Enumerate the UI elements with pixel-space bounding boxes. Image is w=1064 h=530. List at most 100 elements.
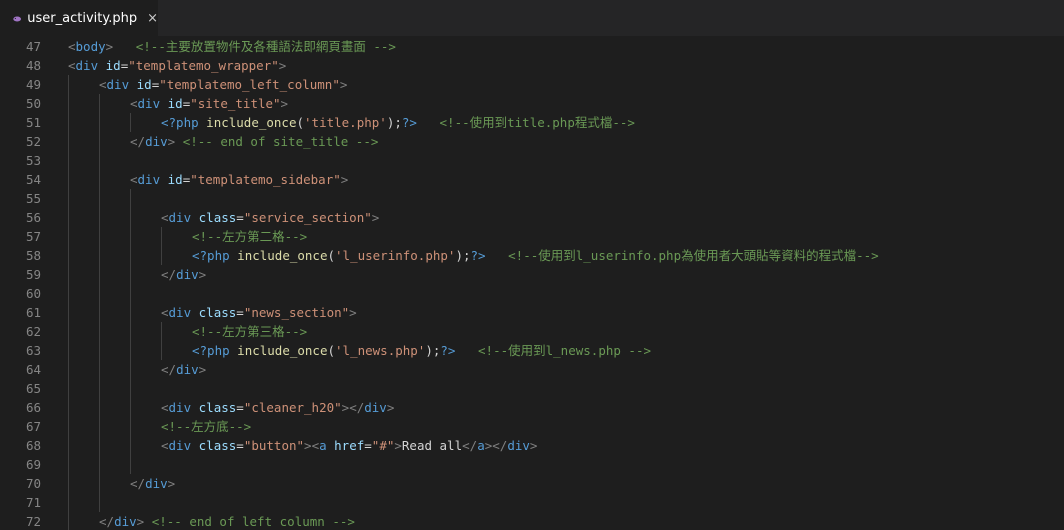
- indent-guide: [99, 284, 100, 303]
- code-token: div: [168, 438, 192, 453]
- indent-guide: [68, 227, 69, 246]
- line-number: 71: [25, 495, 41, 510]
- indent-guide: [68, 379, 69, 398]
- code-line[interactable]: 57 <!--左方第二格-->: [0, 227, 1064, 246]
- code-line[interactable]: 56 <div class="service_section">: [0, 208, 1064, 227]
- code-token: <: [130, 172, 138, 187]
- code-token: include_once: [237, 248, 328, 263]
- code-line[interactable]: 68 <div class="button"><a href="#">Read a…: [0, 436, 1064, 455]
- code-line[interactable]: 72 </div> <!-- end of left column -->: [0, 512, 1064, 530]
- code-line[interactable]: 47 <body> <!--主要放置物件及各種語法即網頁畫面 -->: [0, 37, 1064, 56]
- code-line[interactable]: 67 <!--左方底-->: [0, 417, 1064, 436]
- code-token: <!--使用到l_userinfo.php為使用者大頭貼等資料的程式檔-->: [508, 248, 879, 263]
- indent-guide: [99, 132, 100, 151]
- code-token: <!-- end of left column -->: [151, 514, 355, 529]
- code-line[interactable]: 60: [0, 284, 1064, 303]
- code-line[interactable]: 61 <div class="news_section">: [0, 303, 1064, 322]
- code-line[interactable]: 66 <div class="cleaner_h20"></div>: [0, 398, 1064, 417]
- indent-guide: [68, 322, 69, 341]
- code-token: <: [161, 400, 169, 415]
- code-line[interactable]: 70 </div>: [0, 474, 1064, 493]
- code-text: <?php include_once('l_userinfo.php');?> …: [192, 246, 879, 265]
- code-line[interactable]: 64 </div>: [0, 360, 1064, 379]
- code-token: >: [198, 362, 207, 377]
- indent-guide: [161, 227, 162, 246]
- code-token: >: [280, 96, 289, 111]
- code-line[interactable]: 69: [0, 455, 1064, 474]
- line-number: 54: [25, 172, 41, 187]
- tab-user-activity[interactable]: user_activity.php ×: [0, 0, 158, 37]
- indent-guide: [99, 94, 100, 113]
- code-token: <: [68, 39, 76, 54]
- code-line[interactable]: 51 <?php include_once('title.php');?> <!-…: [0, 113, 1064, 132]
- code-token: </: [99, 514, 115, 529]
- code-text: <div class="cleaner_h20"></div>: [161, 398, 394, 417]
- indent-guide: [99, 208, 100, 227]
- code-text: </div> <!-- end of site_title -->: [130, 132, 378, 151]
- code-token: div: [176, 362, 199, 377]
- code-line[interactable]: 54 <div id="templatemo_sidebar">: [0, 170, 1064, 189]
- code-line[interactable]: 62 <!--左方第三格-->: [0, 322, 1064, 341]
- code-line[interactable]: 71: [0, 493, 1064, 512]
- close-icon[interactable]: ×: [147, 11, 158, 26]
- code-text: <div class="service_section">: [161, 208, 379, 227]
- code-token: "site_title": [190, 96, 281, 111]
- code-text: <?php include_once('l_news.php');?> <!--…: [192, 341, 651, 360]
- indent-guide: [99, 360, 100, 379]
- line-number: 51: [25, 115, 41, 130]
- code-token: ?>: [401, 115, 417, 130]
- code-token: =: [236, 305, 244, 320]
- code-token: "service_section": [243, 210, 372, 225]
- code-token: div: [145, 476, 168, 491]
- code-token: div: [168, 210, 192, 225]
- code-token: 'l_userinfo.php': [335, 248, 456, 263]
- code-token: <: [68, 58, 76, 73]
- code-line[interactable]: 49 <div id="templatemo_left_column">: [0, 75, 1064, 94]
- line-number: 56: [25, 210, 41, 225]
- code-token: div: [75, 58, 99, 73]
- code-token: a: [319, 438, 327, 453]
- code-line[interactable]: 58 <?php include_once('l_userinfo.php');?…: [0, 246, 1064, 265]
- code-line[interactable]: 48 <div id="templatemo_wrapper">: [0, 56, 1064, 75]
- code-text: <div id="templatemo_sidebar">: [130, 170, 348, 189]
- code-line[interactable]: 50 <div id="site_title">: [0, 94, 1064, 113]
- indent-guide: [99, 189, 100, 208]
- line-number: 49: [25, 77, 41, 92]
- code-text: <?php include_once('title.php');?> <!--使…: [161, 113, 635, 132]
- code-token: );: [386, 115, 402, 130]
- code-token: include_once: [206, 115, 297, 130]
- indent-guide: [68, 474, 69, 493]
- code-line[interactable]: 59 </div>: [0, 265, 1064, 284]
- code-token: <!--左方第二格-->: [192, 229, 308, 244]
- code-line[interactable]: 55: [0, 189, 1064, 208]
- indent-guide: [130, 417, 131, 436]
- php-elephant-icon: [13, 15, 22, 22]
- code-line[interactable]: 63 <?php include_once('l_news.php');?> <!…: [0, 341, 1064, 360]
- code-token: <: [99, 77, 107, 92]
- indent-guide: [68, 265, 69, 284]
- code-token: (: [327, 248, 336, 263]
- code-line[interactable]: 65: [0, 379, 1064, 398]
- editor-tab-bar: user_activity.php ×: [0, 0, 1064, 37]
- code-line[interactable]: 52 </div> <!-- end of site_title -->: [0, 132, 1064, 151]
- code-token: <: [130, 96, 138, 111]
- code-text: <!--左方第二格-->: [192, 227, 307, 246]
- code-token: class: [198, 210, 237, 225]
- indent-guide: [68, 417, 69, 436]
- code-token: "templatemo_wrapper": [128, 58, 279, 73]
- code-token: >: [304, 438, 312, 453]
- code-line[interactable]: 53: [0, 151, 1064, 170]
- indent-guide: [68, 113, 69, 132]
- code-token: div: [137, 172, 161, 187]
- indent-guide: [99, 436, 100, 455]
- code-token: "templatemo_sidebar": [190, 172, 341, 187]
- line-number: 72: [25, 514, 41, 529]
- code-token: include_once: [237, 343, 328, 358]
- code-token: >: [371, 210, 380, 225]
- code-token: id: [136, 77, 152, 92]
- code-text: </div>: [130, 474, 175, 493]
- code-editor[interactable]: 47 <body> <!--主要放置物件及各種語法即網頁畫面 --> 48 <div …: [0, 37, 1064, 530]
